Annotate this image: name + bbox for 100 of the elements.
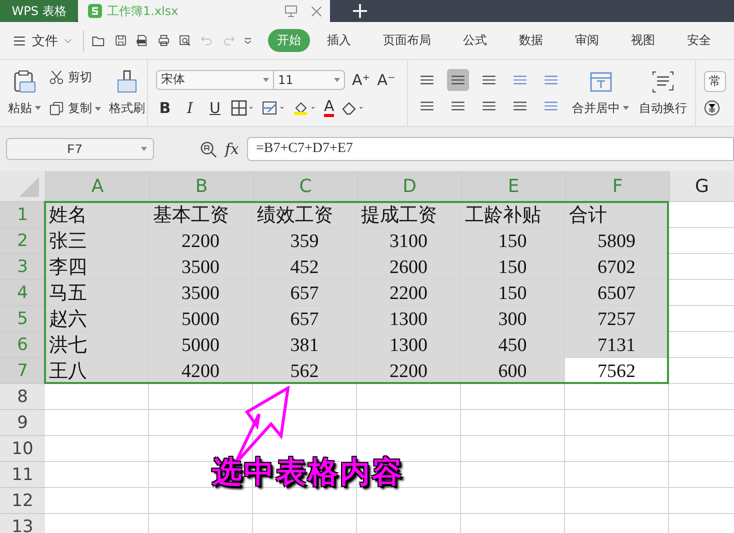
- caret-icon: [623, 106, 629, 110]
- spreadsheet-icon: [88, 4, 102, 18]
- save-icon[interactable]: [114, 33, 126, 48]
- table-cell: 王八: [45, 358, 149, 384]
- table-cell: 1300: [357, 306, 461, 332]
- merge-center-button[interactable]: 合并居中: [572, 70, 629, 116]
- copy-button[interactable]: 复制: [49, 100, 101, 117]
- table-cell: 5809: [565, 228, 669, 254]
- table-cell: 马五: [45, 280, 149, 306]
- ribbon-tab[interactable]: 插入: [318, 29, 360, 52]
- table-cell: 洪七: [45, 332, 149, 358]
- close-icon[interactable]: [310, 4, 323, 18]
- table-cell: 张三: [45, 228, 149, 254]
- table-cell: 2600: [357, 254, 461, 280]
- function-label[interactable]: fx: [225, 140, 240, 158]
- row-header[interactable]: 12: [0, 488, 45, 514]
- table-cell: 6702: [565, 254, 669, 280]
- ribbon-tab[interactable]: 页面布局: [374, 29, 440, 52]
- cut-button[interactable]: 剪切: [49, 69, 101, 86]
- magnifier-icon[interactable]: [200, 140, 217, 158]
- font-size-field[interactable]: 11: [273, 70, 345, 90]
- caret-icon: [95, 106, 101, 110]
- table-cell: 提成工资: [357, 202, 461, 228]
- table-cell: 3500: [149, 280, 253, 306]
- ribbon-tab[interactable]: 视图: [622, 29, 664, 52]
- table-cell: 7257: [565, 306, 669, 332]
- triangle-icon: [19, 177, 39, 197]
- print-preview-icon[interactable]: [179, 33, 192, 48]
- caret-icon: [35, 106, 41, 110]
- menu-icon[interactable]: [14, 34, 25, 46]
- ribbon-tab[interactable]: 数据: [510, 29, 552, 52]
- caret-icon: [334, 78, 340, 82]
- font-color-button[interactable]: A: [324, 98, 334, 116]
- ribbon-tab[interactable]: 审阅: [566, 29, 608, 52]
- table-cell: 6507: [565, 280, 669, 306]
- table-cell: 工龄补贴: [461, 202, 565, 228]
- copy-icon: [49, 101, 64, 116]
- paste-button[interactable]: 粘贴: [8, 70, 41, 116]
- table-cell: 4200: [149, 358, 253, 384]
- alignment-icon[interactable]: [447, 69, 469, 91]
- row-header[interactable]: 10: [0, 436, 45, 462]
- table-cell: 3100: [357, 228, 461, 254]
- clipboard-icon: [12, 70, 36, 94]
- table-cell: 7131: [565, 332, 669, 358]
- folder-icon[interactable]: [92, 34, 105, 48]
- dropdown-icon[interactable]: [244, 36, 252, 44]
- chevron-down-icon[interactable]: [64, 38, 72, 44]
- row-header[interactable]: 9: [0, 410, 45, 436]
- table-cell: 5000: [149, 332, 253, 358]
- table-cell: 5000: [149, 306, 253, 332]
- number-format-field[interactable]: 常: [704, 70, 726, 92]
- wrap-text-button[interactable]: 自动换行: [639, 70, 687, 116]
- table-cell: 3500: [149, 254, 253, 280]
- monitor-icon[interactable]: [284, 4, 298, 18]
- fill-color-icon[interactable]: [293, 100, 317, 116]
- annotation-text: 选中表格内容: [212, 454, 404, 492]
- table-cell: 657: [253, 280, 357, 306]
- font-name-field[interactable]: 宋体: [156, 70, 274, 90]
- row-header[interactable]: 8: [0, 384, 45, 410]
- table-cell: 381: [253, 332, 357, 358]
- table-cell: 2200: [357, 358, 461, 384]
- column-header[interactable]: G: [669, 171, 734, 201]
- caret-icon: [263, 78, 269, 82]
- font-size-button[interactable]: A⁻: [377, 70, 396, 88]
- file-menu[interactable]: 文件: [32, 32, 58, 50]
- ribbon-tab[interactable]: 安全: [678, 29, 720, 52]
- document-tab[interactable]: WPS 表格: [0, 0, 78, 22]
- table-cell: 2200: [149, 228, 253, 254]
- row-header[interactable]: 13: [0, 514, 45, 533]
- table-cell: 基本工资: [149, 202, 253, 228]
- table-cell: 姓名: [45, 202, 149, 228]
- wrap-text-icon: [651, 70, 675, 94]
- caret-icon: [141, 147, 147, 151]
- add-tab-icon[interactable]: [353, 4, 367, 18]
- font-style-button[interactable]: I: [181, 98, 199, 116]
- row-header[interactable]: 11: [0, 462, 45, 488]
- ribbon-tab[interactable]: 公式: [454, 29, 496, 52]
- table-cell: 450: [461, 332, 565, 358]
- borders-icon[interactable]: [231, 100, 255, 116]
- font-size-button[interactable]: A⁺: [352, 70, 370, 88]
- pdf-icon[interactable]: [136, 33, 148, 48]
- formula-field[interactable]: =B7+C7+D7+E7: [247, 137, 734, 161]
- table-cell: 150: [461, 228, 565, 254]
- merge-cells-icon: [588, 70, 612, 94]
- font-style-button[interactable]: B: [156, 98, 174, 116]
- table-cell: 李四: [45, 254, 149, 280]
- table-cell: 1300: [357, 332, 461, 358]
- font-style-button[interactable]: U: [206, 98, 224, 116]
- paintbrush-icon: [115, 70, 139, 94]
- table-cell: 150: [461, 280, 565, 306]
- table-cell: 657: [253, 306, 357, 332]
- cell-style-icon[interactable]: [262, 100, 286, 116]
- format-painter-button[interactable]: 格式刷: [109, 70, 145, 116]
- table-cell: 150: [461, 254, 565, 280]
- table-cell: 合计: [565, 202, 669, 228]
- scissors-icon: [49, 70, 64, 85]
- name-box[interactable]: F7: [6, 138, 154, 160]
- currency-icon[interactable]: [704, 100, 720, 116]
- table-cell: 452: [253, 254, 357, 280]
- print-icon[interactable]: [158, 33, 170, 48]
